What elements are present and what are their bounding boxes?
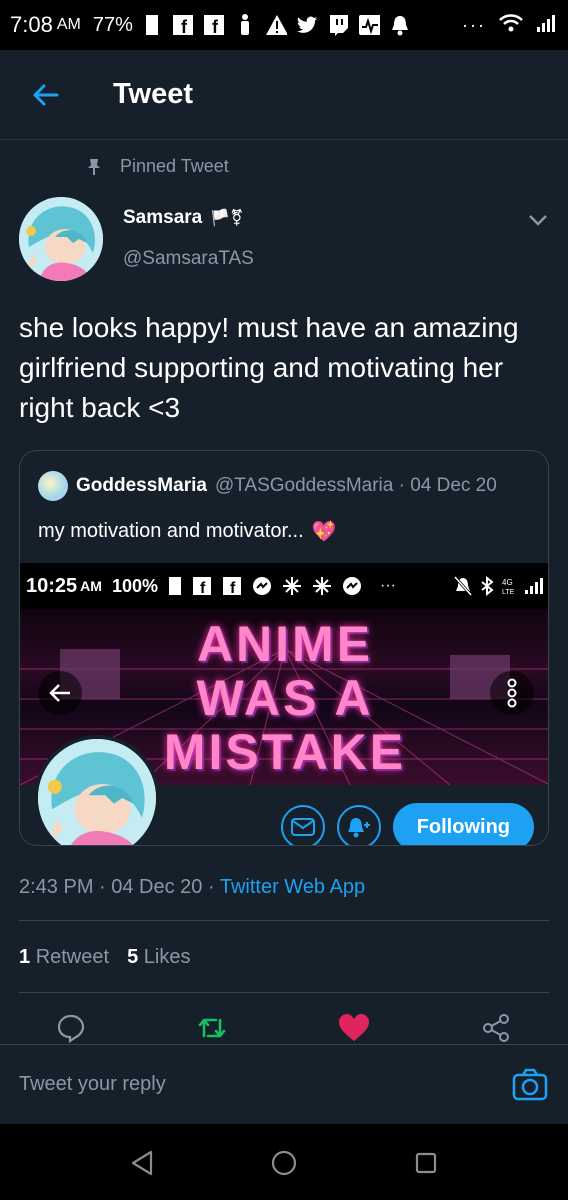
reply-composer[interactable]: Tweet your reply <box>0 1044 568 1124</box>
retweet-icon <box>198 1018 226 1038</box>
author-name-emoji: 🏳️⚧ <box>210 210 244 227</box>
media-ampm: AM <box>80 578 102 594</box>
svg-text:f: f <box>230 580 236 596</box>
quoted-tweet-header: GoddessMaria @TASGoddessMaria · 04 Dec 2… <box>38 471 497 501</box>
quoted-author-name: GoddessMaria <box>76 475 207 496</box>
retweets-stat[interactable]: 1 Retweet <box>19 946 109 969</box>
circle-home-icon <box>271 1150 297 1176</box>
share-button[interactable] <box>478 1010 514 1046</box>
retweets-count: 1 <box>19 946 31 968</box>
media-more-button <box>490 671 534 715</box>
svg-text:LTE: LTE <box>502 589 515 596</box>
heart-icon <box>339 1014 369 1041</box>
page-title: Tweet <box>113 78 194 110</box>
media-profile-actions: Following <box>280 803 534 845</box>
envelope-icon <box>290 818 315 836</box>
warning-icon <box>265 13 287 37</box>
divider <box>19 992 549 993</box>
nav-home-button[interactable] <box>269 1148 299 1178</box>
pin-icon <box>88 158 100 175</box>
more-vertical-icon <box>507 678 517 708</box>
arrow-left-icon <box>33 84 59 105</box>
reply-input[interactable]: Tweet your reply <box>19 1073 166 1096</box>
reply-button[interactable] <box>53 1010 89 1046</box>
reply-icon <box>57 1014 85 1043</box>
banner-line-2: WAS A <box>196 670 374 726</box>
camera-icon[interactable] <box>512 1067 548 1103</box>
svg-text:f: f <box>200 580 206 596</box>
signal-icon <box>536 13 558 38</box>
likes-count: 5 <box>127 946 139 968</box>
status-bar: 7:08 AM 77% f f ··· <box>0 0 568 50</box>
quoted-media[interactable]: 10:25 AM 100% f f ··· 4G LTE ANIME WAS A… <box>20 563 548 845</box>
status-battery: 77% <box>92 13 133 36</box>
banner-line-1: ANIME <box>196 616 374 672</box>
svg-text:f: f <box>181 17 188 36</box>
media-back-button <box>38 671 82 715</box>
nav-back-button[interactable] <box>127 1148 157 1178</box>
quoted-avatar <box>38 471 68 501</box>
sim-card-icon <box>141 13 163 37</box>
triangle-back-icon <box>131 1150 153 1176</box>
chevron-down-icon[interactable] <box>526 208 550 232</box>
svg-text:4G: 4G <box>502 578 513 587</box>
media-time: 10:25 <box>26 574 78 597</box>
author-name[interactable]: Samsara <box>123 207 202 229</box>
like-button[interactable] <box>336 1010 372 1046</box>
twitch-icon <box>327 13 349 37</box>
square-recents-icon <box>415 1152 437 1174</box>
author-name-row[interactable]: Samsara 🏳️⚧ <box>123 207 244 229</box>
bell-plus-icon <box>347 818 370 838</box>
following-button: Following <box>392 803 534 845</box>
back-button[interactable] <box>15 65 75 125</box>
share-icon <box>483 1014 509 1042</box>
message-button <box>280 805 325 845</box>
system-nav-bar <box>0 1124 568 1200</box>
arrow-left-icon <box>49 684 70 702</box>
accessibility-icon <box>234 13 256 37</box>
facebook-icon: f <box>203 13 225 37</box>
quoted-text: my motivation and motivator... <box>38 520 304 542</box>
media-status-icons: f f ··· <box>168 576 396 596</box>
top-app-bar: Tweet <box>0 50 568 140</box>
pinned-label: Pinned Tweet <box>86 156 229 177</box>
likes-label: Likes <box>143 946 191 968</box>
media-status-bar: 10:25 AM 100% f f ··· 4G LTE <box>20 563 548 609</box>
tweet-timestamp: 2:43 PM · 04 Dec 20 · <box>19 876 220 898</box>
status-time: 7:08 <box>10 12 53 37</box>
retweet-button[interactable] <box>194 1010 230 1046</box>
more-dots-icon: ··· <box>462 14 486 35</box>
tweet-source-link[interactable]: Twitter Web App <box>220 876 365 898</box>
facebook-icon: f <box>172 13 194 37</box>
sparkling-heart-icon: 💖 <box>311 521 337 543</box>
activity-icon <box>358 13 380 37</box>
status-ampm: AM <box>56 16 81 33</box>
divider <box>19 920 549 921</box>
quoted-tweet-text: my motivation and motivator... 💖 <box>38 519 337 544</box>
pinned-text: Pinned Tweet <box>120 156 229 176</box>
media-battery: 100% <box>111 575 158 596</box>
retweets-label: Retweet <box>35 946 110 968</box>
media-status-right-icons: 4G LTE <box>454 576 544 596</box>
nav-recents-button[interactable] <box>411 1148 441 1178</box>
svg-text:f: f <box>212 17 219 36</box>
likes-stat[interactable]: 5 Likes <box>127 946 190 969</box>
quoted-tweet[interactable]: GoddessMaria @TASGoddessMaria · 04 Dec 2… <box>19 450 549 846</box>
tweet-stats: 1 Retweet 5 Likes <box>19 946 190 969</box>
twitter-icon <box>296 13 318 37</box>
quoted-author-handle: @TASGoddessMaria · 04 Dec 20 <box>214 475 497 496</box>
tweet-text: she looks happy! must have an amazing gi… <box>19 312 519 423</box>
author-handle[interactable]: @SamsaraTAS <box>123 248 254 270</box>
tweet-meta: 2:43 PM · 04 Dec 20 · Twitter Web App <box>19 876 365 899</box>
notification-bell-icon <box>389 13 411 37</box>
avatar[interactable] <box>19 197 103 281</box>
wifi-icon <box>498 13 524 38</box>
notify-button <box>336 805 381 845</box>
